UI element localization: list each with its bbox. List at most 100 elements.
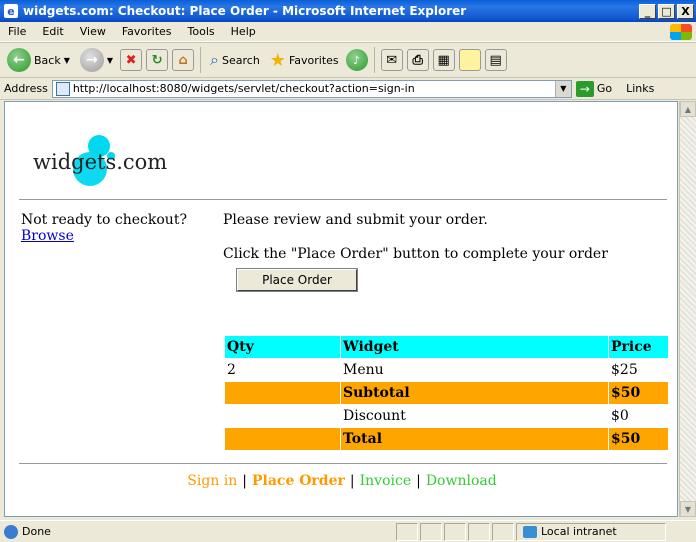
- home-icon[interactable]: ⌂: [172, 49, 195, 71]
- favorites-label: Favorites: [288, 53, 339, 67]
- status-cell: [468, 522, 490, 541]
- subtotal-label: Subtotal: [340, 381, 609, 405]
- menu-tools[interactable]: Tools: [180, 25, 223, 38]
- total-value: $50: [608, 427, 669, 451]
- chevron-down-icon[interactable]: ▼: [554, 80, 571, 97]
- main-content: Please review and submit your order. Cli…: [223, 212, 608, 262]
- place-order-button[interactable]: Place Order: [236, 268, 358, 292]
- close-button[interactable]: X: [677, 3, 694, 19]
- header-price: Price: [608, 335, 669, 359]
- stop-icon[interactable]: ✖: [120, 49, 143, 71]
- discount-spacer: [224, 404, 341, 428]
- total-spacer: [224, 427, 341, 451]
- discount-label: Discount: [340, 404, 609, 428]
- footer-nav: Sign in | Place Order | Invoice | Download: [5, 473, 677, 489]
- menu-file[interactable]: File: [0, 25, 34, 38]
- header-qty: Qty: [224, 335, 341, 359]
- back-label: Back: [34, 53, 61, 67]
- toolbar: ← Back ▼ → ▼ ✖ ↻ ⌂ ⌕ Search ★ Favorites …: [0, 42, 696, 78]
- scroll-down-icon[interactable]: ▼: [680, 501, 696, 517]
- subtotal-row: Subtotal $50: [224, 381, 669, 405]
- logo-text: widgets.com: [33, 150, 168, 174]
- maximize-button[interactable]: □: [658, 3, 675, 19]
- status-cell: [444, 522, 466, 541]
- instruction-text: Click the "Place Order" button to comple…: [223, 246, 608, 262]
- research-icon[interactable]: ▤: [484, 49, 507, 71]
- chevron-down-icon: ▼: [106, 55, 114, 65]
- status-text: Done: [22, 525, 51, 538]
- discuss-icon[interactable]: [458, 49, 481, 71]
- go-label: Go: [596, 82, 613, 95]
- status-bar: Done Local intranet: [0, 520, 696, 542]
- footer-sign-in[interactable]: Sign in: [187, 473, 237, 489]
- footer-download[interactable]: Download: [426, 473, 497, 489]
- header-widget: Widget: [340, 335, 609, 359]
- menu-view[interactable]: View: [72, 25, 114, 38]
- total-label: Total: [340, 427, 609, 451]
- vertical-scrollbar[interactable]: ▲ ▼: [679, 101, 696, 517]
- search-icon: ⌕: [210, 50, 219, 69]
- edit-icon[interactable]: ▦: [432, 49, 455, 71]
- footer-invoice[interactable]: Invoice: [360, 473, 412, 489]
- item-qty: 2: [224, 358, 341, 382]
- browser-viewport: widgets.com Not ready to checkout? Brows…: [4, 101, 678, 517]
- order-table: Qty Widget Price 2 Menu $25 Subtotal $50…: [224, 335, 669, 451]
- menu-favorites[interactable]: Favorites: [114, 25, 180, 38]
- title-bar: e widgets.com: Checkout: Place Order - M…: [0, 0, 696, 22]
- go-button[interactable]: → Go: [575, 80, 613, 97]
- footer-separator: |: [242, 473, 248, 489]
- divider: [19, 463, 667, 464]
- media-icon[interactable]: ♪: [345, 49, 368, 71]
- sidebar-text: Not ready to checkout?: [21, 212, 187, 228]
- ie-icon: e: [4, 4, 18, 18]
- menu-bar: File Edit View Favorites Tools Help: [0, 22, 696, 42]
- minimize-button[interactable]: _: [639, 3, 656, 19]
- mail-icon[interactable]: ✉: [380, 49, 403, 71]
- address-url[interactable]: http://localhost:8080/widgets/servlet/ch…: [73, 82, 555, 95]
- address-bar: Address http://localhost:8080/widgets/se…: [0, 78, 696, 100]
- print-icon[interactable]: ⎙: [406, 49, 429, 71]
- windows-logo-icon: [670, 24, 692, 40]
- toolbar-divider: [200, 47, 202, 73]
- address-input[interactable]: http://localhost:8080/widgets/servlet/ch…: [51, 79, 572, 98]
- divider: [19, 199, 667, 200]
- status-cell: [396, 522, 418, 541]
- forward-button[interactable]: → ▼: [77, 48, 116, 72]
- search-button[interactable]: ⌕ Search: [207, 50, 263, 70]
- subtotal-spacer: [224, 381, 341, 405]
- security-zone[interactable]: Local intranet: [516, 522, 666, 541]
- item-name: Menu: [340, 358, 609, 382]
- review-text: Please review and submit your order.: [223, 212, 488, 228]
- back-button[interactable]: ← Back ▼: [4, 48, 73, 72]
- table-row: 2 Menu $25: [224, 358, 669, 382]
- forward-arrow-icon: →: [79, 48, 104, 72]
- favorites-button[interactable]: ★ Favorites: [267, 50, 342, 71]
- scroll-up-icon[interactable]: ▲: [680, 101, 696, 117]
- discount-row: Discount $0: [224, 404, 669, 428]
- item-price: $25: [608, 358, 669, 382]
- status-cell: [492, 522, 514, 541]
- links-button[interactable]: Links: [626, 82, 654, 95]
- chevron-down-icon: ▼: [63, 55, 70, 65]
- footer-place-order: Place Order: [252, 473, 345, 489]
- intranet-icon: [523, 525, 537, 538]
- zone-label: Local intranet: [541, 525, 617, 538]
- status-left: Done: [0, 524, 396, 539]
- site-logo[interactable]: widgets.com: [23, 130, 203, 190]
- footer-separator: |: [416, 473, 421, 489]
- discount-value: $0: [608, 404, 669, 428]
- ie-page-icon: [4, 524, 18, 539]
- sidebar: Not ready to checkout? Browse: [21, 212, 187, 244]
- subtotal-value: $50: [608, 381, 669, 405]
- address-label: Address: [4, 82, 48, 95]
- menu-edit[interactable]: Edit: [34, 25, 71, 38]
- menu-help[interactable]: Help: [223, 25, 264, 38]
- refresh-icon[interactable]: ↻: [146, 49, 169, 71]
- browse-link[interactable]: Browse: [21, 228, 187, 244]
- go-arrow-icon: →: [575, 80, 594, 97]
- toolbar-divider: [373, 47, 375, 73]
- total-row: Total $50: [224, 427, 669, 451]
- table-header-row: Qty Widget Price: [224, 335, 669, 359]
- window-title: widgets.com: Checkout: Place Order - Mic…: [23, 4, 467, 18]
- status-cell: [420, 522, 442, 541]
